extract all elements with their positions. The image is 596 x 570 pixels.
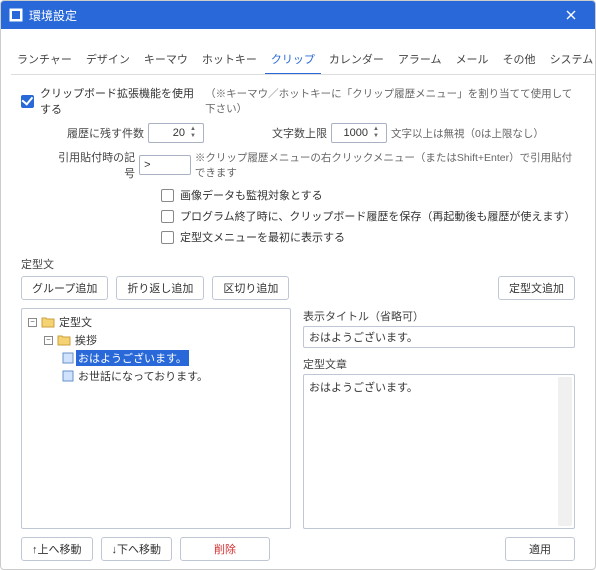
tab-keymau[interactable]: キーマウ — [138, 45, 194, 75]
template-tree[interactable]: − 定型文 − 挨拶 おはようございます。 お世話になっております。 — [21, 308, 291, 529]
file-icon — [62, 370, 74, 382]
body-field-label: 定型文章 — [303, 356, 575, 372]
tab-launcher[interactable]: ランチャー — [11, 45, 78, 75]
title-field-label: 表示タイトル（省略可） — [303, 308, 575, 324]
close-icon[interactable] — [555, 5, 587, 25]
templates-first-label: 定型文メニューを最初に表示する — [180, 229, 345, 245]
history-count-label: 履歴に残す件数 — [49, 125, 144, 141]
apply-button[interactable]: 適用 — [505, 537, 575, 561]
folder-icon — [57, 334, 71, 346]
move-down-button[interactable]: ↓下へ移動 — [101, 537, 173, 561]
add-separator-button[interactable]: 区切り追加 — [212, 276, 289, 300]
file-icon — [62, 352, 74, 364]
quote-input[interactable]: > — [139, 155, 191, 175]
templates-first-checkbox[interactable] — [161, 231, 174, 244]
tab-hotkey[interactable]: ホットキー — [196, 45, 263, 75]
maxchars-spinner[interactable]: ▲▼ — [370, 126, 382, 140]
history-count-input[interactable]: 20 ▲▼ — [148, 123, 204, 143]
tab-alarm[interactable]: アラーム — [392, 45, 448, 75]
quote-label: 引用貼付時の記号 — [49, 149, 135, 181]
tree-root[interactable]: − 定型文 — [26, 313, 286, 331]
tab-mail[interactable]: メール — [450, 45, 495, 75]
tabs: ランチャー デザイン キーマウ ホットキー クリップ カレンダー アラーム メー… — [11, 33, 596, 75]
add-wrap-button[interactable]: 折り返し追加 — [116, 276, 204, 300]
watch-image-label: 画像データも監視対象とする — [180, 187, 323, 203]
app-icon — [9, 8, 23, 22]
collapse-icon[interactable]: − — [44, 336, 53, 345]
enable-clipboard-checkbox[interactable] — [21, 95, 34, 108]
history-count-spinner[interactable]: ▲▼ — [187, 126, 199, 140]
tab-other[interactable]: その他 — [497, 45, 542, 75]
maxchars-label: 文字数上限 — [272, 125, 327, 141]
tree-group[interactable]: − 挨拶 — [26, 331, 286, 349]
watch-image-checkbox[interactable] — [161, 189, 174, 202]
save-on-exit-checkbox[interactable] — [161, 210, 174, 223]
delete-button[interactable]: 削除 — [180, 537, 270, 561]
enable-clipboard-hint: （※キーマウ／ホットキーに「クリップ履歴メニュー」を割り当てて使用して下さい） — [205, 86, 575, 116]
tab-calendar[interactable]: カレンダー — [323, 45, 390, 75]
tree-item[interactable]: お世話になっております。 — [26, 367, 286, 385]
maxchars-hint: 文字以上は無視（0は上限なし） — [391, 126, 544, 141]
enable-clipboard-label: クリップボード拡張機能を使用する — [40, 85, 199, 117]
tab-clip[interactable]: クリップ — [265, 45, 321, 75]
save-on-exit-label: プログラム終了時に、クリップボード履歴を保存（再起動後も履歴が使えます） — [180, 208, 575, 224]
add-template-button[interactable]: 定型文追加 — [498, 276, 575, 300]
templates-section-label: 定型文 — [21, 256, 575, 272]
tree-item[interactable]: おはようございます。 — [26, 349, 286, 367]
quote-hint: ※クリップ履歴メニューの右クリックメニュー（またはShift+Enter）で引用… — [195, 150, 575, 180]
window-title: 環境設定 — [29, 7, 77, 24]
move-up-button[interactable]: ↑上へ移動 — [21, 537, 93, 561]
body-textarea[interactable]: おはようございます。 — [303, 374, 575, 529]
collapse-icon[interactable]: − — [28, 318, 37, 327]
folder-icon — [41, 316, 55, 328]
add-group-button[interactable]: グループ追加 — [21, 276, 108, 300]
tab-system[interactable]: システム — [544, 45, 596, 75]
tab-design[interactable]: デザイン — [80, 45, 136, 75]
title-input[interactable]: おはようございます。 — [303, 326, 575, 348]
maxchars-input[interactable]: 1000 ▲▼ — [331, 123, 387, 143]
